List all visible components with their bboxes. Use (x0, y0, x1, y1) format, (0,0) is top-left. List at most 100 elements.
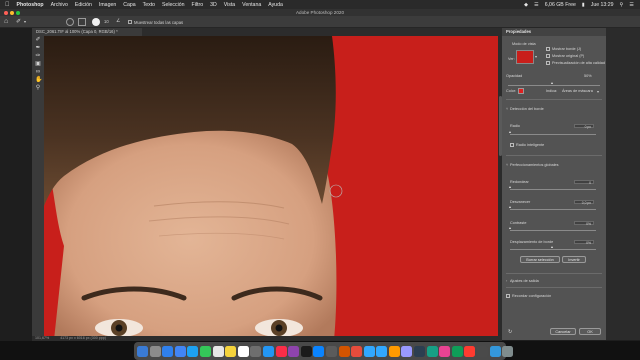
capture-one-icon[interactable] (439, 345, 451, 357)
chevron-down-icon[interactable]: ▾ (597, 89, 599, 94)
angle-icon[interactable]: ∠ (116, 18, 120, 24)
menu-edicion[interactable]: Edición (75, 2, 92, 8)
shift-edge-slider[interactable] (510, 249, 596, 250)
zoom-icon[interactable] (313, 345, 325, 357)
brush-tool-icon[interactable]: ✑ (35, 53, 41, 59)
brush-size-picker[interactable] (92, 18, 100, 26)
menu-app-photoshop[interactable]: Photoshop (17, 2, 44, 8)
downloads-folder-icon[interactable] (489, 345, 501, 357)
contrast-slider-thumb[interactable] (509, 227, 511, 229)
refine-edge-brush-icon[interactable]: ✒ (35, 45, 41, 51)
ok-button[interactable]: OK (579, 328, 601, 335)
show-edge-checkbox[interactable] (546, 47, 550, 51)
notes-icon[interactable] (225, 345, 237, 357)
search-icon[interactable]: ⚲ (620, 2, 624, 8)
tv-icon[interactable] (300, 345, 312, 357)
apple-menu-icon[interactable]:  (5, 2, 10, 8)
podcasts-icon[interactable] (288, 345, 300, 357)
bridge-icon[interactable] (414, 345, 426, 357)
app-store-icon[interactable] (262, 345, 274, 357)
youtube-icon[interactable] (464, 345, 476, 357)
mask-color-swatch[interactable] (518, 88, 524, 94)
menu-vista[interactable]: Vista (224, 2, 235, 8)
quick-selection-tool-icon[interactable]: ✐ (35, 37, 41, 43)
radius-slider[interactable] (510, 134, 596, 135)
menu-archivo[interactable]: Archivo (51, 2, 68, 8)
lightroom-icon[interactable] (363, 345, 375, 357)
illustrator-icon[interactable] (388, 345, 400, 357)
spotify-icon[interactable] (426, 345, 438, 357)
smart-radius-checkbox[interactable] (510, 143, 514, 147)
trash-icon[interactable] (502, 345, 514, 357)
photos-icon[interactable] (237, 345, 249, 357)
brush-add-icon[interactable] (66, 18, 74, 26)
brush-size-value[interactable]: 10 (104, 19, 109, 24)
menu-texto[interactable]: Texto (143, 2, 155, 8)
control-center-icon[interactable]: ☰ (629, 2, 634, 8)
zoom-level[interactable]: 101,67% (35, 336, 49, 340)
acrobat-icon[interactable] (351, 345, 363, 357)
hq-preview-checkbox[interactable] (546, 61, 550, 65)
menu-capa[interactable]: Capa (123, 2, 135, 8)
photoshop-icon[interactable] (376, 345, 388, 357)
safari-icon[interactable] (162, 345, 174, 357)
radius-value[interactable]: 0 px (574, 123, 594, 129)
shift-edge-slider-thumb[interactable] (551, 246, 553, 248)
wifi-icon[interactable]: ☰ (534, 2, 539, 8)
memory-status[interactable]: 6,06 GB Free (545, 2, 576, 8)
object-selection-tool-icon[interactable]: ▣ (35, 61, 41, 67)
menu-seleccion[interactable]: Selección (162, 2, 185, 8)
clear-selection-button[interactable]: Borrar selección (520, 256, 560, 263)
dropbox-icon[interactable]: ◆ (524, 2, 528, 8)
close-window-button[interactable] (4, 10, 8, 15)
show-original-checkbox[interactable] (546, 54, 550, 58)
mail-icon[interactable] (187, 345, 199, 357)
opacity-slider-thumb[interactable] (551, 82, 553, 84)
invert-button[interactable]: Invertir (562, 256, 586, 263)
smooth-value[interactable]: 0 (574, 179, 594, 185)
contrast-slider[interactable] (510, 230, 596, 231)
whatsapp-icon[interactable] (451, 345, 463, 357)
radius-slider-thumb[interactable] (509, 131, 511, 133)
chrome-icon[interactable] (174, 345, 186, 357)
brush-mode-icon[interactable] (78, 18, 86, 26)
remember-settings-checkbox[interactable] (506, 294, 510, 298)
cancel-button[interactable]: Cancelar (550, 328, 576, 335)
indicates-select[interactable]: Áreas de máscara (562, 89, 593, 93)
quick-selection-tool-icon[interactable]: ✐ (16, 18, 21, 25)
document-tab[interactable]: DSC_2061.TIF al 100% (Capa 0, RGB/16) * (32, 28, 142, 36)
messages-icon[interactable] (199, 345, 211, 357)
menu-filtro[interactable]: Filtro (192, 2, 204, 8)
finder-icon[interactable] (137, 345, 148, 357)
feather-slider[interactable] (510, 209, 596, 210)
reset-icon[interactable]: ↻ (508, 329, 512, 335)
menu-ventana[interactable]: Ventana (242, 2, 261, 8)
home-icon[interactable]: ⌂ (4, 18, 8, 25)
feather-slider-thumb[interactable] (509, 206, 511, 208)
view-mode-thumbnail[interactable] (516, 50, 534, 64)
feather-value[interactable]: 0,0 px (574, 199, 594, 205)
music-icon[interactable] (275, 345, 287, 357)
launchpad-icon[interactable] (149, 345, 161, 357)
document-canvas[interactable] (44, 36, 498, 340)
edge-detection-section[interactable]: ˅ Detección del borde (506, 107, 544, 111)
menu-imagen[interactable]: Imagen (99, 2, 116, 8)
sample-all-layers-checkbox[interactable] (128, 19, 132, 24)
output-settings-section[interactable]: › Ajustes de salida (506, 279, 539, 283)
global-refinements-section[interactable]: ˅ Perfeccionamientos globales (506, 163, 559, 167)
minimize-window-button[interactable] (10, 10, 14, 15)
chevron-down-icon[interactable]: ▾ (24, 19, 26, 24)
calendar-icon[interactable] (212, 345, 224, 357)
smooth-slider[interactable] (510, 189, 596, 190)
terminal-icon[interactable] (325, 345, 337, 357)
shift-edge-value[interactable]: 0% (574, 239, 594, 245)
hand-tool-icon[interactable]: ✋ (35, 77, 42, 83)
premiere-icon[interactable] (401, 345, 413, 357)
activity-monitor-icon[interactable] (477, 345, 489, 357)
opacity-value[interactable]: 50% (584, 74, 592, 78)
battery-icon[interactable]: ▮ (582, 2, 585, 8)
zoom-tool-icon[interactable]: ⚲ (35, 85, 41, 91)
menu-3d[interactable]: 3D (210, 2, 217, 8)
vlc-icon[interactable] (338, 345, 350, 357)
system-preferences-icon[interactable] (250, 345, 262, 357)
